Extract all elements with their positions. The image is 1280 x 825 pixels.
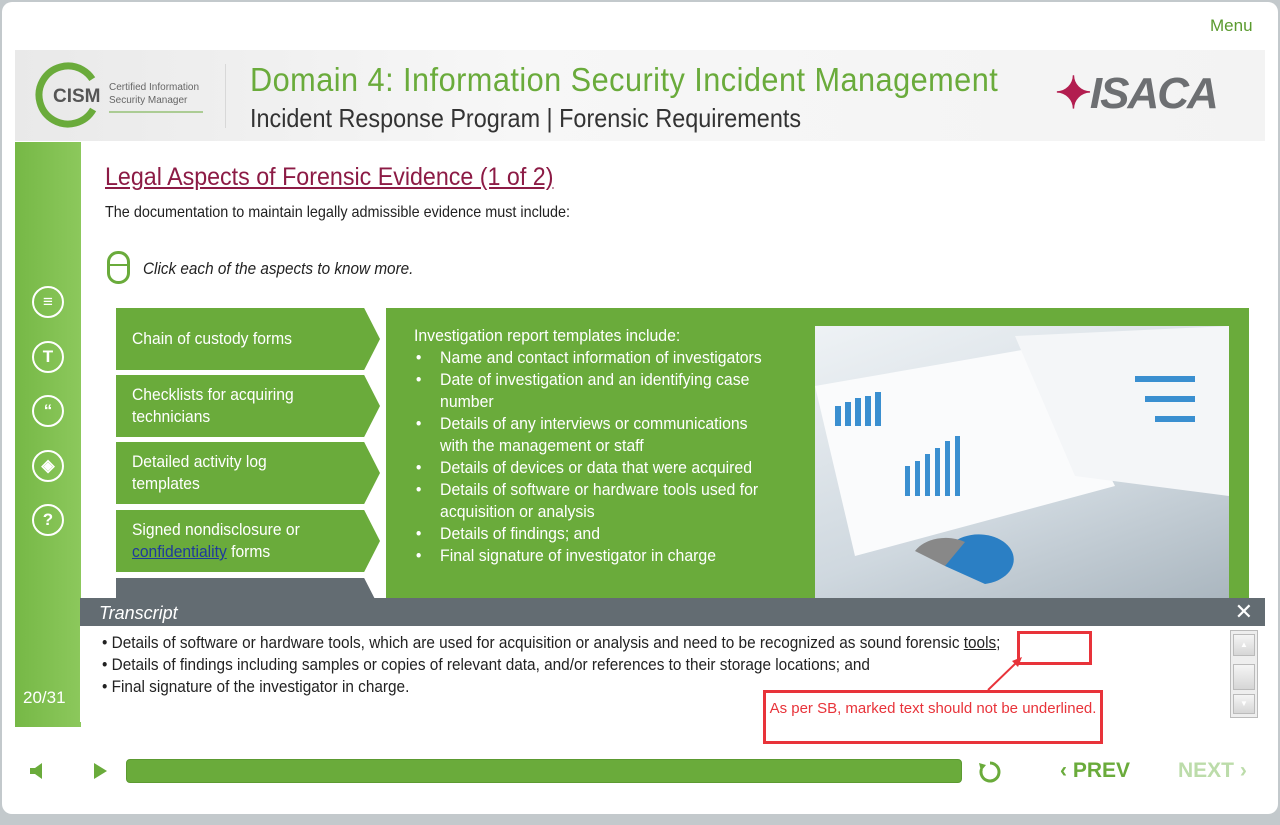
prev-button[interactable]: ‹ PREV [1060, 759, 1130, 783]
tab-label: forms [226, 542, 271, 561]
scroll-up-button[interactable]: ▲ [1233, 634, 1255, 656]
tab-label: Signed nondisclosure or [132, 520, 300, 539]
transcript-line: • Details of software or hardware tools,… [102, 634, 1000, 653]
volume-icon[interactable] [28, 761, 48, 781]
scroll-down-button[interactable]: ▼ [1233, 694, 1255, 714]
confidentiality-link[interactable]: confidentiality [132, 542, 227, 561]
next-button[interactable]: NEXT › [1178, 759, 1247, 783]
panel-lead: Investigation report templates include: [414, 326, 681, 345]
scroll-thumb[interactable] [1233, 664, 1255, 690]
detail-panel: Investigation report templates include: … [386, 308, 1249, 600]
tab-chain-of-custody[interactable]: Chain of custody forms [116, 308, 380, 370]
transcript-text: • Details of software or hardware tools,… [102, 634, 964, 652]
list-item: Details of findings; and [414, 523, 767, 545]
header: CISM Certified Information Security Mana… [15, 50, 1265, 141]
panel-list: Name and contact information of investig… [414, 347, 767, 567]
annotation-arrow [987, 657, 1022, 691]
transcript-text: ; [996, 634, 1001, 652]
list-item: Final signature of investigator in charg… [414, 545, 767, 567]
next-label: NEXT [1178, 759, 1235, 782]
underlined-tools: tools [963, 634, 997, 652]
player-controls: ‹ PREV NEXT › [0, 745, 1280, 805]
list-item: Name and contact information of investig… [414, 347, 767, 369]
intro-text: The documentation to maintain legally ad… [105, 204, 571, 221]
prev-label: PREV [1072, 759, 1131, 782]
close-icon[interactable]: ✕ [1235, 599, 1253, 625]
reports-photo [815, 326, 1229, 600]
tab-nondisclosure[interactable]: Signed nondisclosure or confidentiality … [116, 510, 380, 572]
page-title: Domain 4: Information Security Incident … [250, 61, 999, 98]
tab-label: Detailed activity log templates [132, 452, 267, 493]
list-item: Details of software or hardware tools us… [414, 479, 767, 523]
instruction-text: Click each of the aspects to know more. [143, 259, 414, 278]
play-icon[interactable] [92, 762, 108, 780]
layers-icon[interactable]: ◈ [32, 450, 64, 482]
page-indicator: 20/31 [23, 688, 66, 707]
sidebar: ≡ T “ ◈ ? 20/31 [15, 142, 81, 727]
cism-logo: CISM Certified Information Security Mana… [33, 60, 223, 130]
transcript-line: • Details of findings including samples … [102, 656, 870, 674]
list-item: Date of investigation and an identifying… [414, 369, 767, 413]
svg-text:Security Manager: Security Manager [109, 95, 188, 106]
header-divider [225, 64, 226, 128]
quote-icon[interactable]: “ [32, 395, 64, 427]
transcript-title: Transcript [99, 603, 178, 623]
list-item: Details of any interviews or communicati… [414, 413, 767, 457]
svg-text:Certified Information: Certified Information [109, 82, 199, 93]
annotation-callout: As per SB, marked text should not be und… [763, 690, 1103, 744]
tab-label: Checklists for acquiring technicians [132, 385, 294, 426]
progress-bar[interactable] [126, 759, 962, 783]
text-icon[interactable]: T [32, 341, 64, 373]
transcript-header: Transcript ✕ [80, 598, 1265, 626]
isaca-logo: ✦ISACA [1055, 69, 1219, 118]
transcript-scrollbar[interactable]: ▲ ▼ [1230, 630, 1258, 718]
notes-icon[interactable]: ≡ [32, 286, 64, 318]
slide-heading: Legal Aspects of Forensic Evidence (1 of… [105, 163, 554, 191]
svg-text:CISM: CISM [53, 86, 101, 107]
tab-checklists[interactable]: Checklists for acquiring technicians [116, 375, 380, 437]
tab-label: Chain of custody forms [132, 329, 292, 348]
mouse-icon [107, 251, 130, 284]
transcript-line: • Final signature of the investigator in… [102, 678, 410, 696]
page-subtitle: Incident Response Program | Forensic Req… [250, 103, 802, 133]
menu-button[interactable]: Menu [1210, 16, 1253, 36]
help-icon[interactable]: ? [32, 504, 64, 536]
replay-icon[interactable] [977, 759, 1003, 785]
list-item: Details of devices or data that were acq… [414, 457, 767, 479]
tab-activity-log[interactable]: Detailed activity log templates [116, 442, 380, 504]
